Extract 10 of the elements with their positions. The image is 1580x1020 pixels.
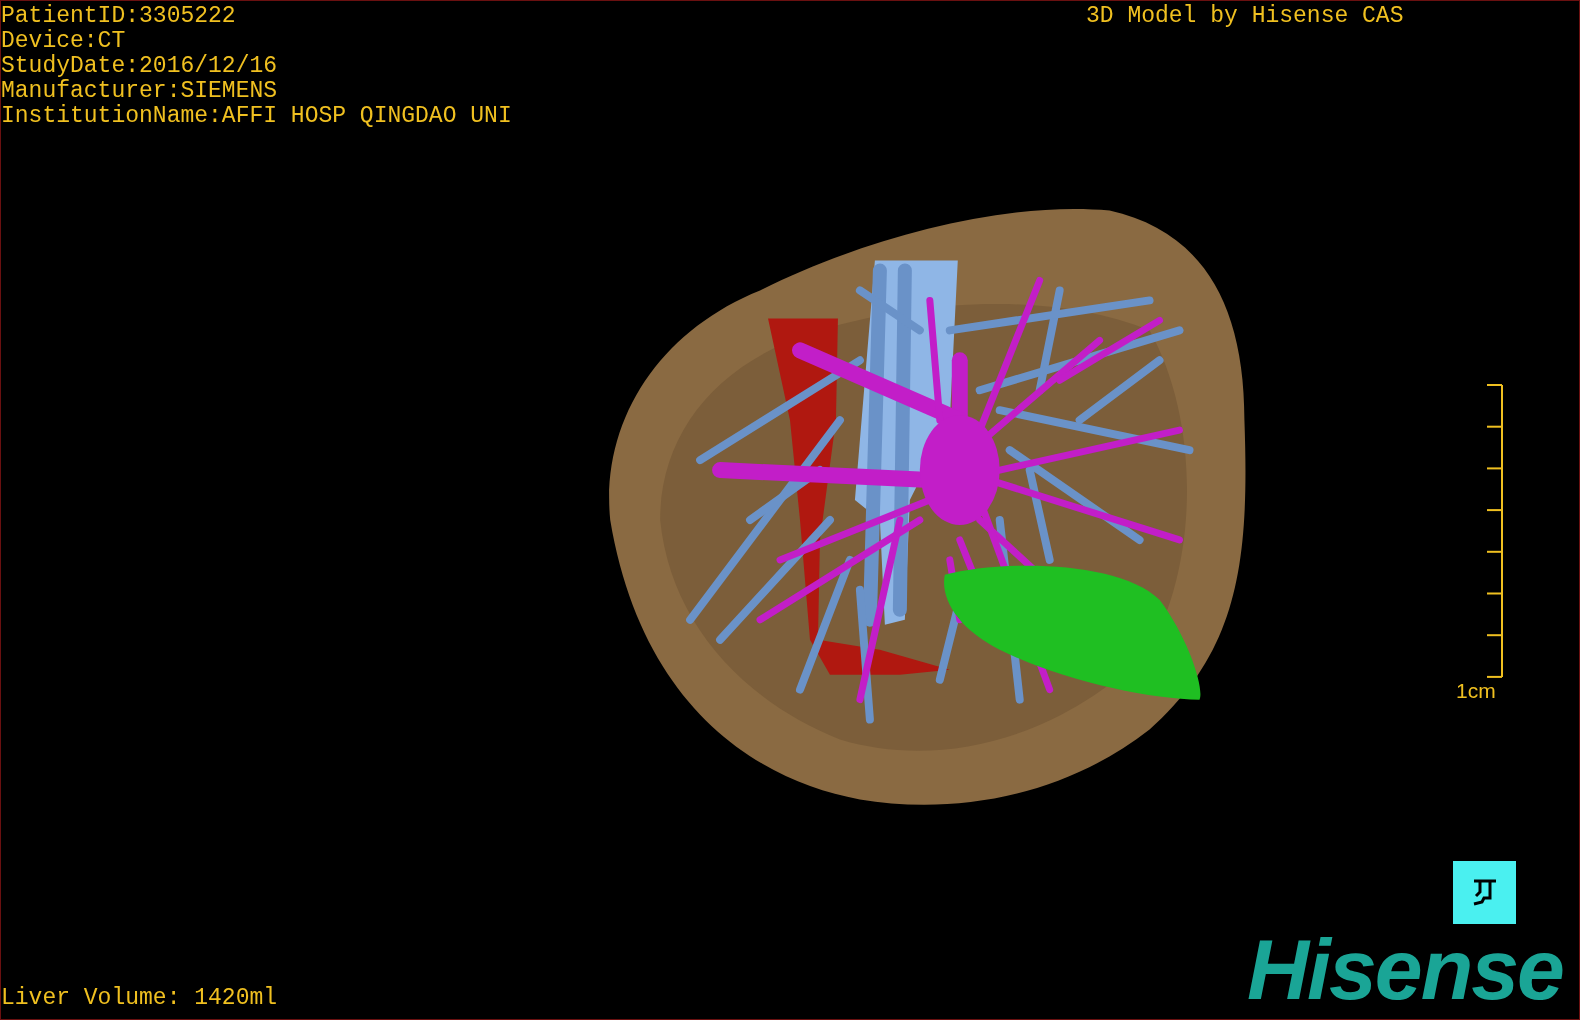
patient-info-text: Manufacturer:SIEMENS <box>1 79 279 104</box>
scale-label: 1cm <box>1456 679 1496 703</box>
orientation-button[interactable] <box>1453 861 1516 924</box>
liver-volume-text: Liver Volume: 1420ml <box>1 986 278 1011</box>
brand-logo: Hisense <box>1247 929 1563 1009</box>
viewer-title: 3D Model by Hisense CAS <box>1086 4 1404 29</box>
patient-info-text: StudyDate:2016/12/16 <box>1 54 279 79</box>
patient-info-text: PatientID:3305222 <box>1 4 237 29</box>
patient-info-text: Device:CT <box>1 29 127 54</box>
patient-info-text: InstitutionName:AFFI HOSP QINGDAO UNI <box>1 104 512 129</box>
